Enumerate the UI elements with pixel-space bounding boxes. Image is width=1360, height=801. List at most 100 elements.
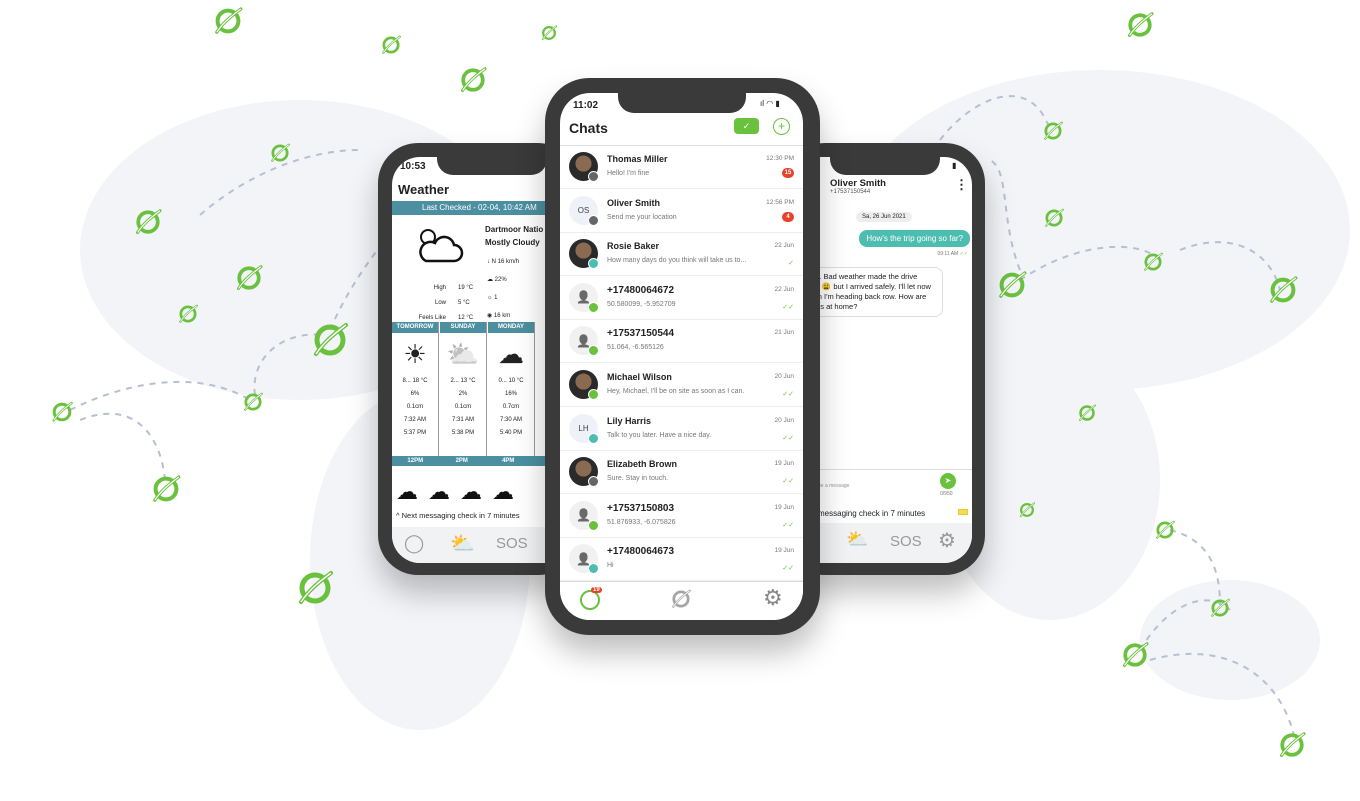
chat-row[interactable]: 👤 +17537150803 51.876933, -6.075826 19 Jun ✓…	[560, 495, 803, 538]
high-label: High	[433, 285, 446, 291]
sos-tab[interactable]: SOS	[890, 533, 922, 550]
char-count: 0/950	[940, 491, 953, 497]
cloud-value: 22%	[494, 277, 507, 283]
chat-row[interactable]: Michael Wilson Hey, Michael, I'll be on s…	[560, 364, 803, 407]
day-label: MONDAY	[488, 322, 534, 333]
read-check-icon: ✓✓	[782, 565, 794, 573]
sos-tab[interactable]: SOS	[496, 535, 528, 552]
page-title: Chats	[569, 120, 608, 136]
low-label: Low	[434, 300, 446, 306]
contact-name: Thomas Miller	[607, 154, 668, 164]
message-time: 19 Jun	[774, 460, 794, 468]
chat-row[interactable]: LH Lily Harris Talk to you later. Have a n…	[560, 408, 803, 451]
chat-row[interactable]: 👤 +17480064672 50.580099, -5.952709 22 Jun ✓…	[560, 277, 803, 320]
battery-wifi-icons: ▮	[952, 161, 957, 170]
next-check-label: Next messaging check in 7 minutes	[401, 511, 520, 520]
chat-row[interactable]: Rosie Baker How many days do you think wi…	[560, 233, 803, 277]
sunset-time: 5:40 PM	[499, 430, 523, 436]
rain-chance: 16%	[504, 391, 517, 397]
last-message: 51.876933, -6.075826	[607, 518, 676, 526]
weather-tab-icon[interactable]: ⛅	[846, 529, 868, 550]
sun-icon: ☀	[403, 339, 427, 369]
contact-name: Michael Wilson	[607, 372, 672, 382]
chat-badge: 19	[591, 587, 602, 593]
day-temp: 2... 13 °C	[450, 378, 476, 384]
cloud-icon: ☁	[498, 339, 524, 369]
message-time: 21 Jun	[774, 329, 794, 337]
sunrise-time: 7:30 AM	[499, 417, 522, 423]
partly-cloudy-icon	[419, 229, 464, 263]
last-message: 50.580099, -5.952709	[607, 300, 676, 308]
date-pill: Sa, 26 Jun 2021	[856, 212, 912, 222]
chat-row[interactable]: 👤 +17537150544 51.064, -6.565126 21 Jun	[560, 320, 803, 364]
visibility-value: 16 km	[493, 313, 511, 319]
wind-value: N 16 km/h	[491, 259, 520, 265]
rain-chance: 2%	[458, 391, 468, 397]
contact-name: Elizabeth Brown	[607, 459, 678, 470]
satellite-icon[interactable]	[670, 588, 692, 610]
status-indicator-icon	[588, 389, 599, 400]
chat-row[interactable]: OS Oliver Smith Send me your location 12:56…	[560, 190, 803, 233]
read-check-icon: ✓	[788, 260, 794, 268]
day-column: MONDAY ☁ 0... 10 °C 16% 0.7cm 7:30 AM 5:40 PM	[488, 322, 535, 457]
read-check-icon: ✓✓	[782, 391, 794, 398]
weather-tab-icon[interactable]: ⛅	[450, 531, 475, 556]
precipitation: 0.1cm	[406, 404, 424, 410]
precipitation: 0.7cm	[502, 404, 520, 410]
chat-row[interactable]: 👤 +17480064673 Hi 19 Jun ✓✓	[560, 538, 803, 582]
settings-icon[interactable]: ⚙	[763, 585, 783, 611]
outgoing-time: 09:11 AM ✓✓	[937, 251, 968, 257]
message-time: 22 Jun	[774, 242, 794, 250]
day-label: SUNDAY	[440, 322, 486, 333]
chat-list: Thomas Miller Hello! I'm fine 12:30 PM 15 OS…	[560, 145, 803, 582]
contact-name: +17537150544	[607, 328, 675, 340]
last-message: 51.064, -6.565126	[607, 344, 664, 352]
message-time: 19 Jun	[774, 547, 794, 555]
hour-label: 4PM	[502, 458, 515, 464]
more-options-icon[interactable]: ⋮	[955, 177, 968, 193]
status-indicator-icon	[588, 563, 599, 575]
send-button[interactable]: ➤	[940, 473, 956, 489]
chat-row[interactable]: Elizabeth Brown Sure. Stay in touch. 19 Ju…	[560, 451, 803, 495]
message-time: 19 Jun	[774, 503, 794, 511]
message-time: 12:56 PM	[766, 198, 794, 206]
contact-name: Lily Harris	[607, 415, 652, 426]
status-indicator-icon	[588, 301, 599, 313]
status-time: 10:53	[400, 161, 426, 172]
sunrise-time: 7:32 AM	[403, 417, 426, 423]
settings-tab-icon[interactable]: ⚙	[938, 528, 956, 553]
cloud-icon: ☁	[487, 277, 493, 283]
status-indicator-icon	[588, 476, 599, 488]
high-value: 19 °C	[458, 285, 474, 291]
message-time: 12:30 PM	[766, 155, 794, 162]
status-indicator-icon	[588, 432, 599, 444]
day-temp: 0... 10 °C	[498, 378, 524, 384]
read-check-icon: ✓✓	[782, 478, 794, 486]
contact-name: +17480064672	[607, 284, 675, 296]
day-column: TOMORROW ☀ 8... 18 °C 6% 0.1cm 7:32 AM 5:37 PM	[392, 322, 439, 457]
unread-badge: 15	[782, 168, 794, 178]
new-chat-icon[interactable]: +	[773, 118, 790, 135]
low-value: 5 °C	[458, 300, 470, 306]
visibility-icon: ◉	[487, 313, 493, 319]
chat-row[interactable]: Thomas Miller Hello! I'm fine 12:30 PM 15	[560, 146, 803, 189]
status-indicator-icon	[588, 519, 599, 531]
message-time: 22 Jun	[774, 285, 794, 293]
check-icon[interactable]: ✓	[734, 118, 759, 134]
battery-icon	[958, 509, 968, 515]
contact-name: Rosie Baker	[607, 241, 660, 252]
last-message: Hello! I'm fine	[607, 170, 650, 177]
chats-icon[interactable]	[580, 590, 600, 610]
precipitation: 0.1cm	[454, 404, 472, 410]
last-message: Hey, Michael, I'll be on site as soon as…	[607, 388, 745, 395]
sunset-time: 5:37 PM	[403, 430, 427, 436]
day-temp: 8... 18 °C	[402, 378, 428, 384]
hour-label: 2PM	[455, 458, 468, 464]
partly-icon: ⛅	[446, 339, 480, 369]
next-check-text: messaging check in 7 minutes	[818, 509, 926, 518]
signal-wifi-battery-icons: ıl ◠ ▮	[760, 99, 780, 108]
status-indicator-icon	[588, 171, 599, 182]
read-check-icon: ✓✓	[782, 303, 794, 311]
chats-tab-icon[interactable]: ◯	[404, 533, 424, 554]
last-message: Sure. Stay in touch.	[607, 475, 669, 483]
